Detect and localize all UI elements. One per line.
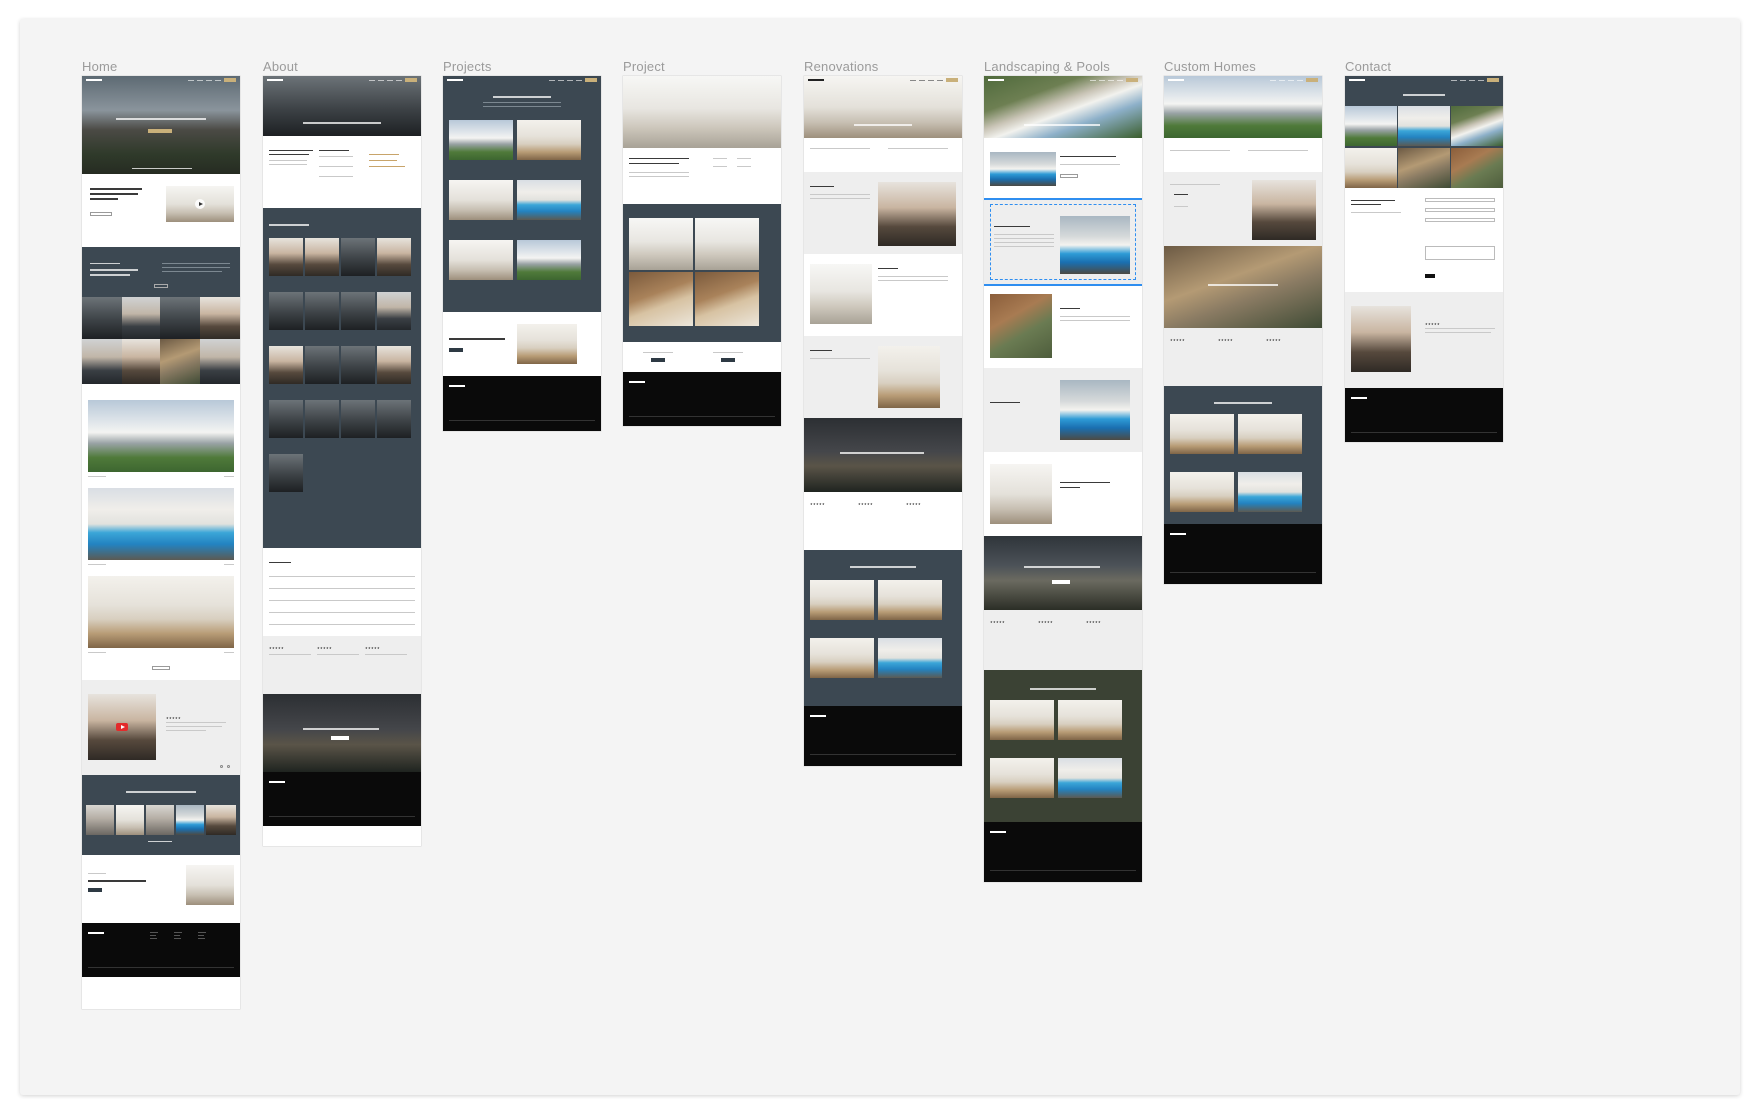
logo[interactable]: [86, 79, 102, 81]
design-canvas[interactable]: Home About Projects Project Renovations …: [20, 19, 1740, 1095]
about-intro: [263, 136, 421, 208]
frame-landscaping[interactable]: ★★★★★ ★★★★★ ★★★★★: [984, 76, 1142, 882]
projects-cta: [443, 312, 601, 376]
hero-button[interactable]: [148, 129, 172, 133]
selection-outline: [984, 198, 1142, 286]
frame-about[interactable]: ★★★★★ ★★★★★ ★★★★★: [263, 76, 421, 846]
frame-contact[interactable]: ★★★★★: [1345, 76, 1503, 442]
frame-label-landscaping[interactable]: Landscaping & Pools: [984, 59, 1110, 74]
home-intro: [82, 174, 240, 247]
project-card-image[interactable]: [88, 400, 234, 472]
about-values: [263, 548, 421, 636]
frame-project[interactable]: [623, 76, 781, 426]
testimonial-video[interactable]: [88, 694, 156, 760]
about-cta-banner: [263, 694, 421, 772]
frame-label-custom-homes[interactable]: Custom Homes: [1164, 59, 1256, 74]
star-icon: ★★★★★: [166, 716, 181, 720]
chevron-left-icon[interactable]: [220, 765, 223, 768]
renovations-hero: [804, 76, 962, 138]
about-testimonials: ★★★★★ ★★★★★ ★★★★★: [263, 636, 421, 694]
project-hero: [623, 76, 781, 148]
project-intro: [623, 148, 781, 204]
nav-cta-button[interactable]: [224, 78, 236, 82]
home-team-section: [82, 247, 240, 384]
frame-projects[interactable]: [443, 76, 601, 431]
frame-label-projects[interactable]: Projects: [443, 59, 492, 74]
play-icon[interactable]: [195, 199, 205, 209]
frame-label-about[interactable]: About: [263, 59, 298, 74]
intro-heading: [90, 188, 142, 190]
landscaping-hero: [984, 76, 1142, 138]
frame-custom-homes[interactable]: ★★★★★ ★★★★★ ★★★★★: [1164, 76, 1322, 584]
frame-label-contact[interactable]: Contact: [1345, 59, 1391, 74]
contact-form-section: [1345, 188, 1503, 292]
project-gallery: [623, 204, 781, 342]
chevron-right-icon[interactable]: [227, 765, 230, 768]
intro-video-thumb[interactable]: [166, 186, 234, 222]
youtube-icon[interactable]: [116, 723, 128, 731]
home-projects-list: [82, 384, 240, 680]
project-card-image[interactable]: [88, 488, 234, 560]
home-hero: [82, 76, 240, 174]
about-footer: [263, 772, 421, 826]
frame-label-renovations[interactable]: Renovations: [804, 59, 878, 74]
projects-footer: [443, 376, 601, 431]
about-hero: [263, 76, 421, 136]
hero-links: [132, 168, 192, 169]
frame-home[interactable]: ★★★★★: [82, 76, 240, 1009]
home-instagram: [82, 775, 240, 855]
frame-renovations[interactable]: ★★★★★ ★★★★★ ★★★★★: [804, 76, 962, 766]
project-footer: [623, 372, 781, 426]
about-team-grid: [263, 208, 421, 548]
project-card-image[interactable]: [88, 576, 234, 648]
home-footer: [82, 923, 240, 977]
project-nav: [623, 342, 781, 372]
home-testimonial-video: ★★★★★: [82, 680, 240, 775]
home-nav[interactable]: [82, 76, 240, 84]
hero-heading: [116, 118, 206, 120]
frame-label-home[interactable]: Home: [82, 59, 117, 74]
frame-label-project[interactable]: Project: [623, 59, 665, 74]
home-cta: [82, 855, 240, 923]
